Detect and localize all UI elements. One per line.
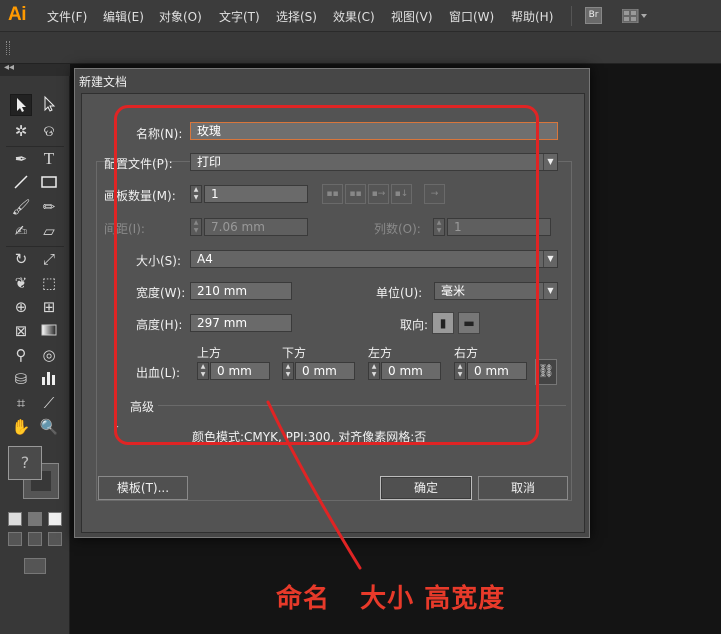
chevron-down-icon: ▼ [543,154,557,170]
pen-tool-icon[interactable]: ✒ [10,148,32,170]
perspective-grid-tool-icon[interactable]: ⊞ [38,296,60,318]
slice-tool-icon[interactable]: ⟋ [38,392,60,414]
menu-select[interactable]: 选择(S) [276,8,317,25]
gradient-mode-button[interactable] [28,512,42,526]
blend-tool-icon[interactable]: ◎ [38,344,60,366]
ok-button[interactable]: 确定 [380,476,472,500]
menu-help[interactable]: 帮助(H) [511,8,553,25]
lasso-tool-icon[interactable]: ଡ [38,120,60,142]
arrange-documents-icon[interactable] [621,8,648,24]
menu-effect[interactable]: 效果(C) [333,8,375,25]
free-transform-tool-icon[interactable]: ⬚ [38,272,60,294]
magic-wand-tool-icon[interactable]: ✲ [10,120,32,142]
mesh-tool-icon[interactable]: ⊠ [10,320,32,342]
draw-behind-button[interactable] [28,532,42,546]
scale-tool-icon[interactable]: ⤢ [38,248,60,270]
menu-divider [571,6,572,26]
gradient-tool-icon[interactable] [38,320,60,342]
none-mode-button[interactable] [48,512,62,526]
menu-file[interactable]: 文件(F) [47,8,87,25]
rotate-tool-icon[interactable]: ↻ [10,248,32,270]
toolbar-divider [6,246,64,247]
screen-mode-button[interactable] [24,558,46,574]
menu-edit[interactable]: 编辑(E) [103,8,144,25]
direct-selection-tool-icon[interactable] [38,94,60,116]
color-mode-button[interactable] [8,512,22,526]
menu-bar: Ai 文件(F) 编辑(E) 对象(O) 文字(T) 选择(S) 效果(C) 视… [0,0,721,32]
templates-button[interactable]: 模板(T)... [98,476,188,500]
eraser-tool-icon[interactable]: ▱ [38,220,60,242]
rectangle-tool-icon[interactable] [38,172,60,194]
cancel-button[interactable]: 取消 [478,476,568,500]
fill-swatch[interactable]: ? [8,446,42,480]
menu-view[interactable]: 视图(V) [391,8,433,25]
selection-tool-icon[interactable] [10,94,32,116]
blob-brush-tool-icon[interactable]: ✍ [10,220,32,242]
draw-inside-button[interactable] [48,532,62,546]
chevron-down-icon: ▼ [543,283,557,299]
app-logo: Ai [8,4,27,25]
fill-stroke-swatches[interactable]: ? [8,446,64,504]
tools-panel-header[interactable]: ◂◂ [0,62,70,76]
zoom-tool-icon[interactable]: 🔍 [38,416,60,438]
menu-object[interactable]: 对象(O) [159,8,202,25]
draw-normal-button[interactable] [8,532,22,546]
column-graph-tool-icon[interactable] [38,368,60,390]
symbol-sprayer-tool-icon[interactable]: ⛁ [10,368,32,390]
shape-builder-tool-icon[interactable]: ⊕ [10,296,32,318]
chevron-down-icon: ▼ [543,251,557,267]
tools-panel: ◂◂ ✲ ଡ ✒ T 🖌 ✏ ✍ ▱ ↻ ⤢ ❦ ⬚ ⊕ ⊞ ⊠ ⚲ ◎ ⛁ ⌗… [0,62,70,634]
collapse-icon[interactable]: ◂◂ [4,62,14,73]
dialog-title: 新建文档 [79,75,128,89]
warp-tool-icon[interactable]: ❦ [10,272,32,294]
bridge-button[interactable]: Br [585,7,602,24]
hand-tool-icon[interactable]: ✋ [10,416,32,438]
toolbar-divider [6,146,64,147]
line-segment-tool-icon[interactable] [10,172,32,194]
control-bar [0,32,721,64]
annotation-highlight-box [114,105,539,445]
paintbrush-tool-icon[interactable]: 🖌 [10,196,32,218]
panel-grip-icon[interactable] [6,41,10,55]
type-tool-icon[interactable]: T [38,148,60,170]
artboard-tool-icon[interactable]: ⌗ [10,392,32,414]
menu-window[interactable]: 窗口(W) [449,8,494,25]
menu-type[interactable]: 文字(T) [219,8,260,25]
annotation-caption: 命名 大小 高宽度 [276,584,506,614]
pencil-tool-icon[interactable]: ✏ [38,196,60,218]
eyedropper-tool-icon[interactable]: ⚲ [10,344,32,366]
